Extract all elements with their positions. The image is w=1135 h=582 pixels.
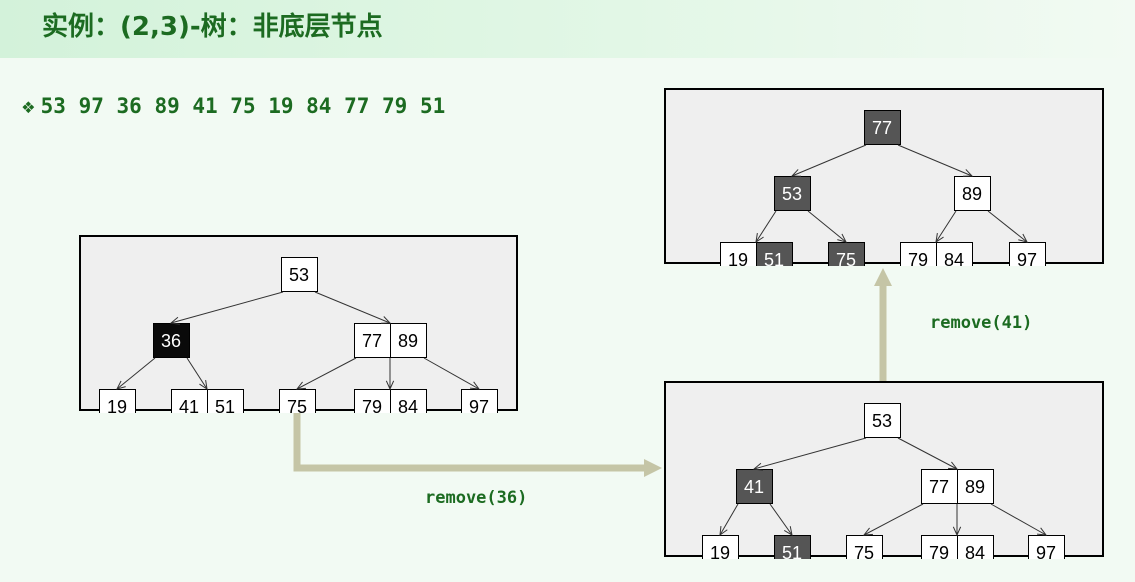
- leaf-node: 75: [828, 242, 865, 266]
- internal-node: 36: [153, 323, 190, 358]
- tree-after-remove-41: 7753 8919 51 75 79 84 97: [720, 110, 1046, 266]
- root-node: 77: [864, 110, 901, 145]
- internal-node: 53: [774, 176, 811, 211]
- leaf-node: 79 84: [354, 389, 427, 413]
- tree-after-remove-36: 53 41 77 89 19 51 75 79 84 97: [702, 403, 1065, 559]
- key-label: 84: [398, 397, 418, 413]
- arrow-remove-41-head: [874, 268, 892, 286]
- key-label: 97: [1017, 250, 1037, 266]
- tree-edge: [987, 210, 1028, 243]
- key-label: 84: [944, 250, 964, 266]
- key-label: 77: [929, 477, 949, 497]
- tree-edge: [755, 210, 777, 244]
- tree-edge: [423, 357, 481, 390]
- key-label: 84: [965, 543, 985, 559]
- tree-edge: [385, 358, 395, 391]
- tree-edge: [169, 291, 284, 325]
- operation-label-remove-36: remove(36): [425, 488, 528, 508]
- tree-edge: [790, 144, 867, 177]
- key-label: 36: [161, 331, 181, 351]
- tree-edge: [897, 437, 959, 470]
- tree-edge: [769, 503, 793, 536]
- leaf-node: 97: [1009, 242, 1046, 266]
- tree-edge: [862, 503, 924, 536]
- leaf-node: 79 84: [921, 535, 994, 559]
- leaf-node: 75: [846, 535, 883, 559]
- tree-edge: [295, 357, 357, 390]
- leaf-node: 75: [279, 389, 316, 413]
- key-label: 19: [728, 250, 748, 266]
- tree-edge: [116, 357, 156, 390]
- root-node: 53: [281, 257, 318, 292]
- key-label: 97: [469, 397, 489, 413]
- key-label: 19: [107, 397, 127, 413]
- operation-label-remove-41: remove(41): [930, 313, 1033, 333]
- tree-panel-after-remove-41: 77 53 89 19 51 75 79 84 97: [664, 88, 1104, 266]
- arrow-remove-36-head: [644, 459, 662, 477]
- tree-edge: [952, 504, 962, 537]
- tree-edge: [752, 437, 867, 471]
- key-label: 89: [398, 331, 418, 351]
- leaf-node: 41 51: [171, 389, 244, 413]
- leaf-node: 97: [1028, 535, 1065, 559]
- tree-edge: [314, 291, 392, 324]
- leaf-node: 51: [774, 535, 811, 559]
- key-label: 51: [764, 250, 784, 266]
- tree-panel-after-remove-36: 53 41 77 89 19 51 75 79 84 97: [664, 381, 1104, 559]
- key-label: 77: [872, 118, 892, 138]
- tree-edge: [990, 503, 1048, 536]
- tree-edge: [807, 210, 847, 243]
- tree-edge: [186, 357, 208, 391]
- arrow-remove-36-shaft: [293, 413, 646, 472]
- key-label: 51: [782, 543, 802, 559]
- tree-edge: [719, 503, 739, 537]
- leaf-node: 19: [99, 389, 136, 413]
- key-label: 41: [744, 477, 764, 497]
- key-label: 97: [1036, 543, 1056, 559]
- key-label: 19: [710, 543, 730, 559]
- leaf-node: 19 51: [720, 242, 793, 266]
- key-label: 75: [854, 543, 874, 559]
- leaf-node: 19: [702, 535, 739, 559]
- internal-node: 77 89: [354, 323, 427, 358]
- tree-edge: [897, 144, 974, 177]
- leaf-node: 79 84: [900, 242, 973, 266]
- internal-node: 41: [736, 469, 773, 504]
- key-label: 75: [836, 250, 856, 266]
- key-label: 53: [872, 411, 892, 431]
- leaf-node: 97: [461, 389, 498, 413]
- key-label: 77: [362, 331, 382, 351]
- tree-initial: 53 36 77 89 19 41 51 75 79 84 97: [99, 257, 498, 413]
- key-label: 41: [179, 397, 199, 413]
- key-label: 79: [929, 543, 949, 559]
- tree-panel-initial: 53 36 77 89 19 41 51 75 79 84 97: [79, 235, 518, 413]
- key-label: 89: [962, 184, 982, 204]
- root-node: 53: [864, 403, 901, 438]
- key-label: 79: [908, 250, 928, 266]
- tree-edge: [935, 210, 957, 244]
- key-label: 53: [289, 265, 309, 285]
- internal-node: 89: [954, 176, 991, 211]
- key-label: 89: [965, 477, 985, 497]
- key-label: 79: [362, 397, 382, 413]
- internal-node: 77 89: [921, 469, 994, 504]
- key-label: 53: [782, 184, 802, 204]
- key-label: 51: [215, 397, 235, 413]
- key-label: 75: [287, 397, 307, 413]
